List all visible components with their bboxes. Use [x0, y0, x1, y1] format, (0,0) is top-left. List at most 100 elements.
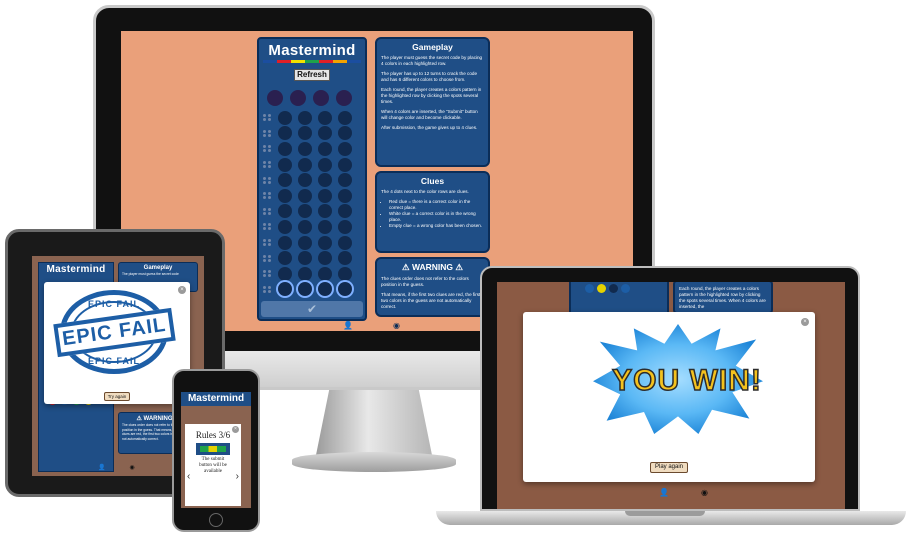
secret-hole [336, 90, 352, 106]
guess-hole [318, 204, 332, 219]
phone: Mastermind × Rules 3/6 The submit button… [172, 369, 260, 532]
submit-button[interactable]: ✔ [261, 301, 363, 317]
clues-list: Red clue = there is a correct color in t… [381, 199, 484, 229]
warning-panel: ⚠ WARNING ⚠ The clues order does not ref… [375, 257, 490, 317]
guess-hole [318, 126, 332, 141]
guess-hole [278, 235, 292, 250]
clues-intro: The 4 dots next to the color rows are cl… [381, 189, 469, 194]
monitor-stand [315, 390, 433, 460]
strip-segment [291, 60, 305, 63]
clue-dots [263, 207, 275, 215]
user-icon[interactable]: 👤 [659, 488, 669, 497]
close-icon[interactable]: × [178, 286, 186, 294]
guess-hole[interactable] [278, 282, 292, 297]
user-icon[interactable]: 👤 [343, 321, 353, 330]
github-icon[interactable]: ◉ [393, 321, 400, 330]
guess-hole [278, 219, 292, 234]
laptop-notch [625, 511, 705, 516]
strip-segment [305, 60, 319, 63]
close-icon[interactable]: × [801, 318, 809, 326]
footer: 👤 ◉ [659, 488, 708, 497]
try-again-button[interactable]: Try again [104, 392, 130, 401]
strip-segment [277, 60, 291, 63]
next-arrow-icon[interactable]: › [236, 471, 239, 482]
github-icon[interactable]: ◉ [701, 488, 708, 497]
secret-code-row [267, 90, 365, 106]
guess-hole [278, 126, 292, 141]
guess-hole [318, 157, 332, 172]
clue-dots [263, 270, 275, 278]
gameplay-text: The player must guess the secret code by… [381, 55, 483, 66]
win-title: YOU WIN! [611, 363, 762, 398]
guess-hole [278, 188, 292, 203]
guess-hole [338, 251, 352, 266]
user-icon[interactable]: 👤 [98, 464, 105, 471]
clue-dots [263, 129, 275, 137]
gameplay-panel: Each round, the player creates a colors … [673, 282, 773, 314]
clue-dots [263, 176, 275, 184]
close-icon[interactable]: × [232, 426, 239, 433]
clue-dots [263, 145, 275, 153]
secret-hole [313, 90, 329, 106]
github-icon[interactable]: ◉ [129, 464, 134, 471]
guess-hole[interactable] [298, 282, 312, 297]
guess-hole [338, 110, 352, 125]
play-again-button[interactable]: Play again [650, 462, 688, 473]
guess-hole [338, 173, 352, 188]
strip-segment [347, 60, 361, 63]
guess-hole [278, 110, 292, 125]
clue-item: White clue = a correct color is in the w… [389, 211, 484, 223]
gameplay-panel: Gameplay The player must guess the secre… [375, 37, 490, 167]
guess-row [263, 250, 365, 266]
clue-dots [263, 285, 275, 293]
clues-heading: Clues [420, 176, 445, 186]
win-modal: × YOU WIN! Play again [523, 312, 815, 482]
guess-row [263, 110, 365, 126]
game-title: Mastermind [46, 264, 106, 275]
fail-modal: × EPIC FAIL EPIC FAIL EPIC FAIL Try agai… [44, 282, 190, 404]
guess-hole [318, 141, 332, 156]
guess-hole [338, 126, 352, 141]
gameplay-text: The player has up to 12 turns to crack t… [381, 71, 478, 82]
guess-hole [298, 219, 312, 234]
guess-hole[interactable] [338, 282, 352, 297]
peg [585, 284, 594, 293]
warning-text: That means, if the first two clues are r… [381, 292, 481, 309]
guess-row [263, 126, 365, 142]
refresh-button[interactable]: Refresh [294, 69, 330, 81]
epic-fail-stamp: EPIC FAIL EPIC FAIL EPIC FAIL [52, 290, 176, 374]
guess-hole [298, 266, 312, 281]
clue-item: Empty clue = a wrong color has been chos… [389, 223, 484, 229]
guess-row [263, 172, 365, 188]
guess-row [263, 204, 365, 220]
gameplay-text: When 4 colors are inserted, the "Submit"… [381, 109, 478, 120]
guess-hole [318, 266, 332, 281]
guess-hole [298, 157, 312, 172]
clue-dots [263, 239, 275, 247]
footer: 👤 ◉ [98, 464, 135, 471]
monitor-base [292, 452, 456, 472]
stamp-bottom-text: EPIC FAIL [87, 356, 140, 366]
guess-hole [298, 110, 312, 125]
footer: 👤 ◉ [343, 321, 400, 330]
strip-segment [263, 60, 277, 63]
gameplay-text: Each round, the player creates a colors … [381, 87, 482, 104]
guess-hole [278, 173, 292, 188]
stamp-top-text: EPIC FAIL [87, 299, 140, 309]
laptop: Each round, the player creates a colors … [480, 266, 860, 511]
laptop-screen: Each round, the player creates a colors … [497, 282, 845, 509]
guess-hole [338, 204, 352, 219]
guess-hole [278, 141, 292, 156]
guess-hole [298, 204, 312, 219]
guess-hole [338, 188, 352, 203]
guess-hole [318, 173, 332, 188]
guess-hole [318, 251, 332, 266]
secret-hole [290, 90, 306, 106]
gameplay-text: After submission, the game gives up to 4… [381, 125, 478, 130]
guess-hole [278, 157, 292, 172]
guess-hole [318, 110, 332, 125]
prev-arrow-icon[interactable]: ‹ [187, 471, 190, 482]
guess-hole[interactable] [318, 282, 332, 297]
gameplay-text: Each round, the player creates a colors … [679, 286, 766, 309]
guess-hole [298, 173, 312, 188]
